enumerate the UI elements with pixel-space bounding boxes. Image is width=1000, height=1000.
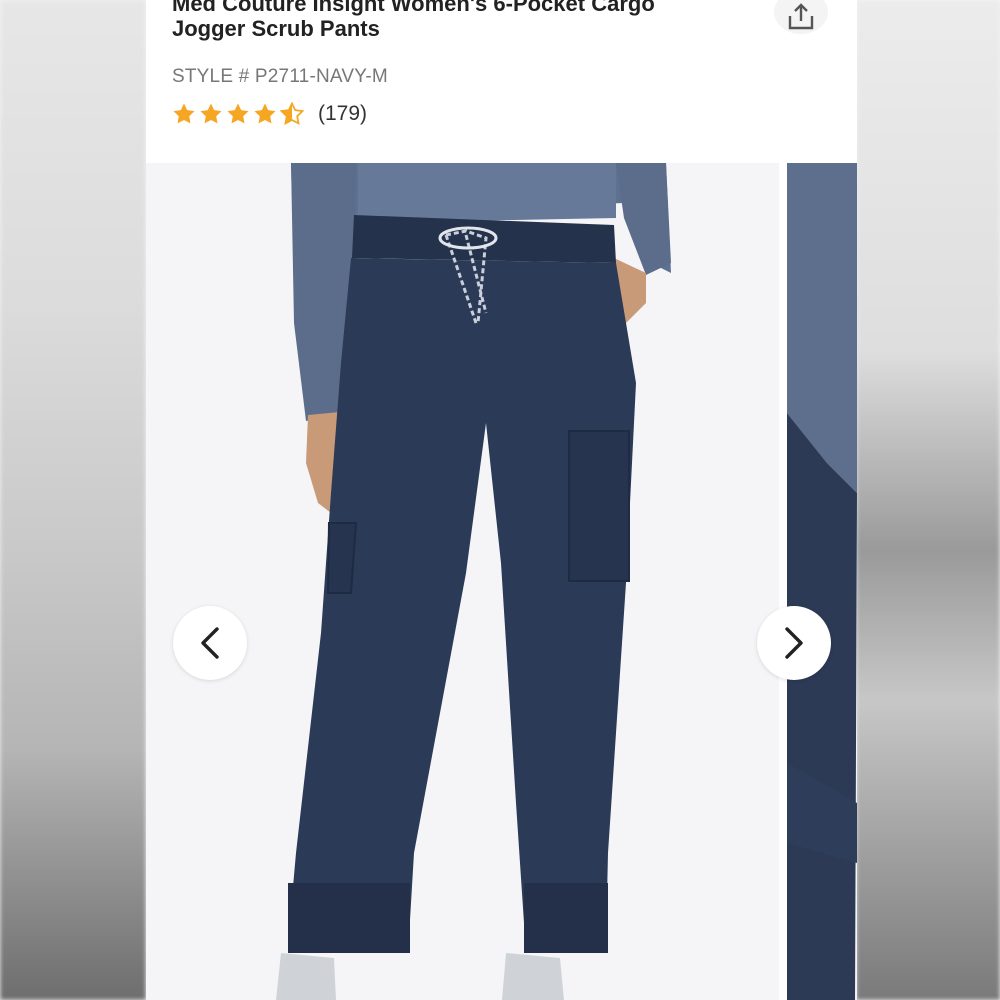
share-icon bbox=[788, 3, 814, 30]
image-gallery[interactable] bbox=[146, 163, 857, 1000]
star-half-icon bbox=[280, 102, 304, 126]
chevron-right-icon bbox=[785, 627, 803, 659]
previous-image-button[interactable] bbox=[173, 606, 247, 680]
rating-summary[interactable]: (179) bbox=[172, 100, 367, 128]
product-image-next-peek[interactable] bbox=[787, 163, 857, 1000]
share-button[interactable] bbox=[774, 0, 828, 34]
product-page: Med Couture Insight Women's 6-Pocket Car… bbox=[146, 0, 857, 1000]
blurred-backdrop-left bbox=[0, 0, 146, 1000]
style-number: STYLE # P2711-NAVY-M bbox=[172, 66, 388, 87]
star-rating bbox=[172, 102, 304, 126]
star-full-icon bbox=[200, 103, 222, 124]
product-header: Med Couture Insight Women's 6-Pocket Car… bbox=[146, 0, 857, 163]
review-count[interactable]: (179) bbox=[318, 102, 367, 126]
next-photo-preview bbox=[787, 163, 857, 1000]
next-image-button[interactable] bbox=[757, 606, 831, 680]
product-photo-pants bbox=[146, 163, 779, 1000]
product-image-main[interactable] bbox=[146, 163, 779, 1000]
chevron-left-icon bbox=[201, 627, 219, 659]
star-full-icon bbox=[173, 103, 195, 124]
product-title-line2: Jogger Scrub Pants bbox=[172, 16, 380, 41]
star-full-icon bbox=[227, 103, 249, 124]
star-full-icon bbox=[254, 103, 276, 124]
blurred-backdrop-right bbox=[856, 0, 1000, 1000]
